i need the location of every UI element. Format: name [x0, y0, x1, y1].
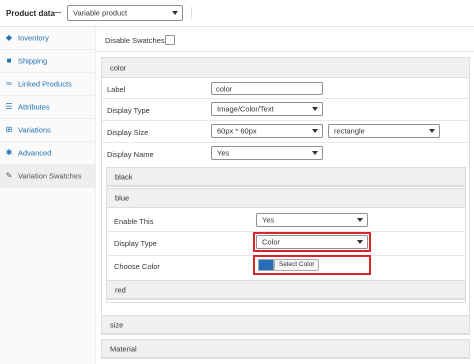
- highlight-box-choose-color: [253, 255, 371, 275]
- gear-icon: ✱: [5, 148, 13, 157]
- sidebar-item-label: Advanced: [18, 148, 52, 158]
- product-data-header: Product data Variable product: [0, 0, 474, 27]
- chevron-down-icon: [312, 151, 318, 155]
- term-panel-black: black: [106, 167, 466, 187]
- grid-icon: ⊞: [5, 125, 13, 134]
- wrench-icon: ✎: [5, 171, 13, 180]
- display-size-value: 60px * 60px: [217, 126, 257, 136]
- disable-swatches-checkbox[interactable]: [165, 35, 175, 45]
- sidebar-item-inventory[interactable]: ◆ Inventory: [0, 27, 96, 50]
- sidebar-item-attributes[interactable]: ☰ Attributes: [0, 96, 96, 119]
- title-dash: [51, 12, 61, 13]
- term-panel-header[interactable]: blue: [107, 189, 465, 208]
- truck-icon: ■: [6, 56, 12, 65]
- term-panel-title: red: [115, 285, 126, 294]
- attribute-panel-title: size: [110, 320, 124, 329]
- attribute-panel-header[interactable]: size: [102, 316, 469, 334]
- term-display-type-label: Display Type: [114, 239, 157, 248]
- sidebar-item-shipping[interactable]: ■ Shipping: [0, 50, 96, 73]
- display-size-label: Display Size: [107, 128, 149, 137]
- product-data-tabs: ◆ Inventory ■ Shipping ∞ Linked Products…: [0, 27, 96, 364]
- product-data-title: Product data: [6, 9, 55, 18]
- term-panel-header[interactable]: red: [107, 281, 465, 299]
- disable-swatches-row: Disable Swatches: [97, 27, 474, 52]
- tag-icon: ◆: [5, 33, 13, 42]
- term-panel-title: black: [115, 172, 133, 181]
- chevron-down-icon: [312, 107, 318, 111]
- display-size-mode-value: rectangle: [334, 126, 365, 136]
- term-panel-title: blue: [115, 193, 130, 203]
- display-size-mode-select[interactable]: rectangle: [328, 124, 440, 138]
- link-icon: ∞: [6, 79, 12, 88]
- attribute-panel-title: color: [110, 63, 127, 72]
- product-type-value: Variable product: [73, 8, 128, 18]
- display-type-label: Display Type: [107, 106, 150, 115]
- header-divider: [191, 7, 192, 19]
- sidebar-item-advanced[interactable]: ✱ Advanced: [0, 142, 96, 165]
- term-panel-header[interactable]: black: [107, 168, 465, 186]
- term-panel-blue: blue Enable This Yes Display Type Color …: [106, 188, 466, 303]
- display-name-select[interactable]: Yes: [211, 146, 323, 160]
- attribute-panel-color: color Label color Display Type Image/Col…: [101, 57, 470, 330]
- label-field-label: Label: [107, 85, 126, 94]
- choose-color-label: Choose Color: [114, 262, 160, 271]
- label-input[interactable]: color: [211, 82, 323, 95]
- display-type-select[interactable]: Image/Color/Text: [211, 102, 323, 116]
- enable-this-label: Enable This: [114, 217, 154, 226]
- attribute-panel-header[interactable]: color: [102, 58, 469, 78]
- display-type-value: Image/Color/Text: [217, 104, 274, 114]
- enable-this-value: Yes: [262, 215, 275, 225]
- sidebar-item-label: Shipping: [18, 56, 48, 66]
- sidebar-item-label: Variations: [18, 125, 51, 135]
- list-icon: ☰: [5, 102, 13, 111]
- variation-swatches-panel: Disable Swatches color Label color Displ…: [97, 27, 474, 364]
- enable-this-select[interactable]: Yes: [256, 213, 368, 227]
- highlight-box-display-type: [253, 232, 371, 252]
- chevron-down-icon: [172, 11, 178, 15]
- sidebar-item-linked-products[interactable]: ∞ Linked Products: [0, 73, 96, 96]
- chevron-down-icon: [312, 129, 318, 133]
- display-name-value: Yes: [217, 148, 230, 158]
- row-separator: [102, 98, 469, 99]
- sidebar-item-variations[interactable]: ⊞ Variations: [0, 119, 96, 142]
- product-type-select[interactable]: Variable product: [67, 5, 183, 21]
- display-name-label: Display Name: [107, 150, 154, 159]
- sidebar-item-variation-swatches[interactable]: ✎ Variation Swatches: [0, 165, 96, 188]
- chevron-down-icon: [429, 129, 435, 133]
- attribute-panel-size: size: [101, 315, 470, 335]
- term-panel-red: red: [106, 280, 466, 300]
- row-separator: [102, 142, 469, 143]
- attribute-panel-material: Material: [101, 339, 470, 359]
- disable-swatches-label: Disable Swatches: [105, 36, 165, 45]
- sidebar-item-label: Variation Swatches: [18, 171, 82, 181]
- row-separator: [102, 120, 469, 121]
- sidebar-item-label: Linked Products: [18, 79, 72, 89]
- attribute-panel-title: Material: [110, 344, 137, 353]
- label-input-value: color: [216, 84, 233, 93]
- attribute-panel-header[interactable]: Material: [102, 340, 469, 358]
- sidebar-item-label: Attributes: [18, 102, 50, 112]
- chevron-down-icon: [357, 218, 363, 222]
- display-size-select[interactable]: 60px * 60px: [211, 124, 323, 138]
- sidebar-item-label: Inventory: [18, 33, 49, 43]
